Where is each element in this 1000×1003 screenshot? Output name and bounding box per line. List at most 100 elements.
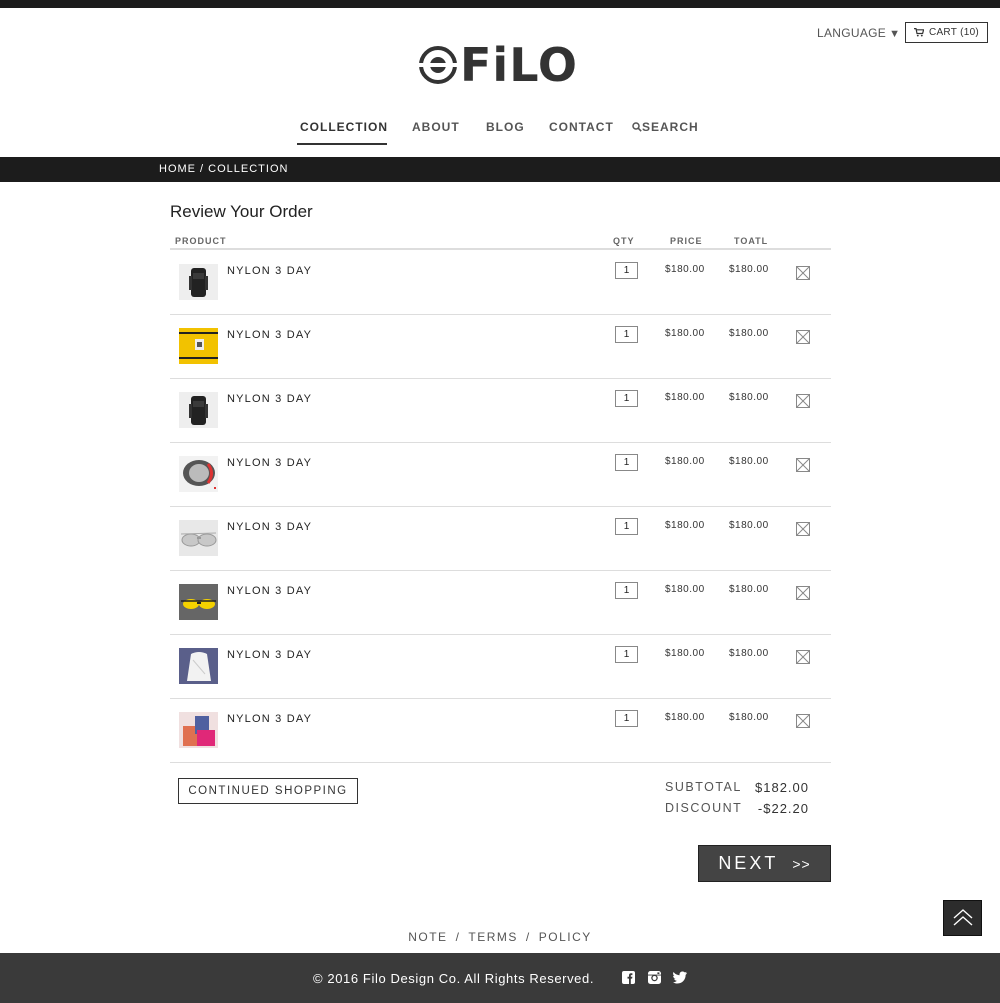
table-row: NYLON 3 DAY $180.00 $180.00 (170, 507, 831, 571)
remove-icon[interactable] (796, 458, 810, 472)
breadcrumb-text[interactable]: HOME / COLLECTION (159, 163, 288, 175)
nav-item-search[interactable]: SEARCH (632, 120, 699, 134)
remove-icon[interactable] (796, 266, 810, 280)
table-row: NYLON 3 DAY $180.00 $180.00 (170, 699, 831, 763)
product-name[interactable]: NYLON 3 DAY (227, 585, 312, 597)
product-image[interactable] (179, 264, 218, 300)
footer-separator: / (525, 930, 531, 944)
footer-links: NOTE / TERMS / POLICY (0, 930, 1000, 944)
facebook-icon[interactable] (622, 971, 635, 984)
cart-label: CART (10) (928, 27, 980, 38)
quantity-input[interactable] (615, 518, 638, 535)
next-arrow: >> (792, 855, 811, 872)
column-price: PRICE (670, 236, 703, 246)
product-image[interactable] (179, 392, 218, 428)
quantity-input[interactable] (615, 326, 638, 343)
nav-item-contact[interactable]: CONTACT (549, 120, 614, 134)
footer-separator: / (455, 930, 461, 944)
search-label: SEARCH (642, 120, 699, 134)
column-qty: QTY (613, 236, 635, 246)
column-product: PRODUCT (175, 236, 227, 246)
item-price: $180.00 (665, 264, 705, 275)
remove-icon[interactable] (796, 394, 810, 408)
item-price: $180.00 (665, 328, 705, 339)
remove-icon[interactable] (796, 586, 810, 600)
product-image[interactable] (179, 648, 218, 684)
breadcrumb: HOME / COLLECTION (0, 157, 1000, 182)
product-image[interactable] (179, 520, 218, 556)
discount-label: DISCOUNT (665, 801, 743, 815)
table-row: NYLON 3 DAY $180.00 $180.00 (170, 315, 831, 379)
logo-mark-icon (418, 46, 458, 84)
remove-icon[interactable] (796, 522, 810, 536)
quantity-input[interactable] (615, 390, 638, 407)
twitter-icon[interactable] (673, 971, 687, 984)
table-header: PRODUCT QTY PRICE TOATL (170, 232, 831, 250)
footer-link-policy[interactable]: POLICY (539, 930, 592, 944)
table-row: NYLON 3 DAY $180.00 $180.00 (170, 443, 831, 507)
nav-item-about[interactable]: ABOUT (412, 120, 460, 134)
product-image[interactable] (179, 456, 218, 492)
item-price: $180.00 (665, 392, 705, 403)
table-row: NYLON 3 DAY $180.00 $180.00 (170, 571, 831, 635)
item-total: $180.00 (729, 392, 769, 403)
quantity-input[interactable] (615, 646, 638, 663)
product-name[interactable]: NYLON 3 DAY (227, 521, 312, 533)
subtotal-value: $182.00 (755, 780, 809, 795)
item-price: $180.00 (665, 584, 705, 595)
quantity-input[interactable] (615, 454, 638, 471)
footer-link-note[interactable]: NOTE (408, 930, 447, 944)
quantity-input[interactable] (615, 710, 638, 727)
remove-icon[interactable] (796, 330, 810, 344)
remove-icon[interactable] (796, 650, 810, 664)
next-button[interactable]: NEXT >> (698, 845, 831, 882)
item-total: $180.00 (729, 456, 769, 467)
chevron-down-icon: ▼ (889, 28, 901, 40)
remove-icon[interactable] (796, 714, 810, 728)
main-nav: COLLECTION ABOUT BLOG CONTACT SEARCH (0, 120, 1000, 148)
language-label: LANGUAGE (817, 26, 887, 40)
nav-item-collection[interactable]: COLLECTION (300, 120, 388, 134)
discount-value: -$22.20 (757, 801, 809, 816)
item-total: $180.00 (729, 328, 769, 339)
quantity-input[interactable] (615, 262, 638, 279)
next-label: NEXT (718, 853, 779, 873)
product-name[interactable]: NYLON 3 DAY (227, 265, 312, 277)
product-name[interactable]: NYLON 3 DAY (227, 713, 312, 725)
item-price: $180.00 (665, 712, 705, 723)
active-nav-underline (297, 143, 387, 145)
table-row: NYLON 3 DAY $180.00 $180.00 (170, 379, 831, 443)
footer-link-terms[interactable]: TERMS (468, 930, 518, 944)
product-image[interactable] (179, 712, 218, 748)
product-name[interactable]: NYLON 3 DAY (227, 457, 312, 469)
product-name[interactable]: NYLON 3 DAY (227, 649, 312, 661)
nav-item-blog[interactable]: BLOG (486, 120, 525, 134)
item-total: $180.00 (729, 648, 769, 659)
quantity-input[interactable] (615, 582, 638, 599)
chevron-up-icon (953, 909, 972, 926)
subtotal-label: SUBTOTAL (665, 780, 742, 794)
item-total: $180.00 (729, 712, 769, 723)
item-price: $180.00 (665, 648, 705, 659)
product-name[interactable]: NYLON 3 DAY (227, 393, 312, 405)
continue-shopping-button[interactable]: CONTINUED SHOPPING (178, 778, 358, 804)
instagram-icon[interactable] (648, 971, 661, 984)
language-selector[interactable]: LANGUAGE ▼ (817, 26, 900, 40)
item-total: $180.00 (729, 584, 769, 595)
search-icon (632, 122, 642, 132)
table-row: NYLON 3 DAY $180.00 $180.00 (170, 251, 831, 315)
logo[interactable]: FiLO (418, 40, 578, 90)
column-total: TOATL (734, 236, 769, 246)
table-row: NYLON 3 DAY $180.00 $180.00 (170, 635, 831, 699)
item-total: $180.00 (729, 520, 769, 531)
cart-icon (913, 28, 924, 37)
item-total: $180.00 (729, 264, 769, 275)
copyright-text: © 2016 Filo Design Co. All Rights Reserv… (313, 971, 595, 986)
product-image[interactable] (179, 328, 218, 364)
product-image[interactable] (179, 584, 218, 620)
top-bar (0, 0, 1000, 8)
product-name[interactable]: NYLON 3 DAY (227, 329, 312, 341)
logo-text: FiLO (460, 38, 578, 92)
page-title: Review Your Order (170, 202, 313, 221)
cart-button[interactable]: CART (10) (905, 22, 988, 43)
